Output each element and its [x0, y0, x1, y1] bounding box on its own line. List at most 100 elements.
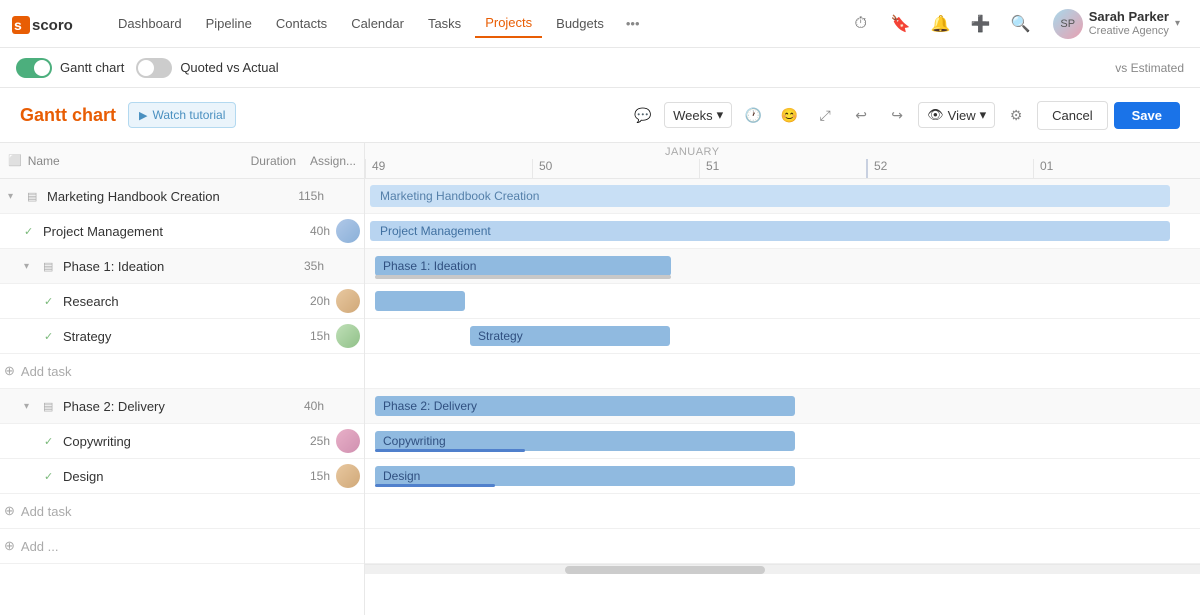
bell-icon[interactable]: 🔔: [925, 8, 957, 40]
task-name[interactable]: Marketing Handbook Creation: [47, 189, 280, 204]
weeks-selector[interactable]: Weeks ▾: [664, 102, 732, 128]
gantt-toggle[interactable]: [16, 58, 52, 78]
avatar: [336, 429, 360, 453]
quoted-toggle[interactable]: [136, 58, 172, 78]
bar-rows: Marketing Handbook Creation Project Mana…: [365, 179, 1200, 564]
collapse-icon[interactable]: ▾: [24, 261, 40, 272]
col-duration-header: Duration: [236, 154, 296, 168]
quoted-toggle-wrap: Quoted vs Actual: [136, 58, 278, 78]
clock-icon[interactable]: 🕐: [738, 100, 768, 130]
add-task-button-2[interactable]: Add task: [21, 504, 72, 519]
add-icon: ⊕: [4, 363, 15, 379]
bar-row-empty: [365, 354, 1200, 389]
user-company: Creative Agency: [1089, 25, 1169, 38]
scrollbar-thumb[interactable]: [565, 566, 765, 574]
undo-icon[interactable]: ↩: [846, 100, 876, 130]
play-icon: ▶: [139, 109, 147, 122]
user-menu[interactable]: SP Sarah Parker Creative Agency ▾: [1045, 5, 1188, 43]
save-button[interactable]: Save: [1114, 102, 1180, 129]
gantt-bar[interactable]: Strategy: [470, 326, 670, 346]
watch-tutorial-button[interactable]: ▶ Watch tutorial: [128, 102, 236, 128]
top-navigation: s scoro Dashboard Pipeline Contacts Cale…: [0, 0, 1200, 48]
bar-row-empty-3: [365, 529, 1200, 564]
gantt-bar[interactable]: Copywriting: [375, 431, 795, 451]
task-name[interactable]: Strategy: [63, 329, 286, 344]
task-name[interactable]: Project Management: [43, 224, 286, 239]
vs-estimated-label: vs Estimated: [1115, 61, 1184, 75]
bar-row: Design: [365, 459, 1200, 494]
task-name[interactable]: Research: [63, 294, 286, 309]
task-duration: 15h: [286, 469, 336, 483]
group-icon: ▤: [27, 190, 43, 203]
gantt-bar[interactable]: Phase 2: Delivery: [375, 396, 795, 416]
gantt-bar[interactable]: [375, 291, 465, 311]
expand-icon[interactable]: ⤢: [810, 100, 840, 130]
search-icon[interactable]: 🔍: [1005, 8, 1037, 40]
avatar: [336, 464, 360, 488]
avatar: [336, 289, 360, 313]
gantt-bar[interactable]: Design: [375, 466, 795, 486]
bar-row: Phase 2: Delivery: [365, 389, 1200, 424]
add-task-row: ⊕ Add task: [0, 354, 364, 389]
task-row: ✓ Design 15h: [0, 459, 364, 494]
check-icon: ✓: [44, 470, 60, 483]
task-name[interactable]: Phase 2: Delivery: [63, 399, 280, 414]
task-row: ▾ ▤ Phase 1: Ideation 35h: [0, 249, 364, 284]
nav-tasks[interactable]: Tasks: [418, 10, 471, 37]
bar-label: Marketing Handbook Creation: [380, 189, 539, 203]
task-pane: ⬜ Name Duration Assign... ▾ ▤ Marketing …: [0, 143, 365, 615]
task-duration: 115h: [280, 189, 330, 203]
nav-budgets[interactable]: Budgets: [546, 10, 614, 37]
bookmark-icon[interactable]: 🔖: [885, 8, 917, 40]
view-chevron-icon: ▾: [980, 107, 987, 123]
task-duration: 20h: [286, 294, 336, 308]
week-49: 49: [365, 159, 532, 178]
gantt-bar[interactable]: Project Management: [370, 221, 1170, 241]
plus-icon[interactable]: ➕: [965, 8, 997, 40]
bar-row: Project Management: [365, 214, 1200, 249]
gantt-bar[interactable]: Marketing Handbook Creation: [370, 185, 1170, 207]
bar-row: Phase 1: Ideation: [365, 249, 1200, 284]
settings-icon[interactable]: ⚙: [1001, 100, 1031, 130]
cancel-button[interactable]: Cancel: [1037, 101, 1107, 130]
redo-icon[interactable]: ↪: [882, 100, 912, 130]
collapse-icon[interactable]: ▾: [8, 191, 24, 202]
phase-icon: ▤: [43, 260, 59, 273]
gantt-toggle-wrap: Gantt chart: [16, 58, 124, 78]
user-chevron-icon: ▾: [1175, 18, 1180, 29]
add-group-button[interactable]: Add ...: [21, 539, 59, 554]
watch-tutorial-label: Watch tutorial: [152, 108, 225, 122]
avatar: SP: [1053, 9, 1083, 39]
task-name[interactable]: Design: [63, 469, 286, 484]
nav-pipeline[interactable]: Pipeline: [196, 10, 262, 37]
bar-label: Phase 1: Ideation: [383, 259, 476, 273]
horizontal-scrollbar[interactable]: [365, 564, 1200, 574]
col-assignee-header: Assign...: [296, 154, 356, 168]
add-icon-2: ⊕: [4, 503, 15, 519]
gantt-chart-label: Gantt chart: [60, 60, 124, 75]
emoji-icon[interactable]: 😊: [774, 100, 804, 130]
timer-icon[interactable]: ⏱: [845, 8, 877, 40]
nav-more[interactable]: •••: [618, 10, 648, 37]
collapse-icon[interactable]: ▾: [24, 401, 40, 412]
bar-label: Strategy: [478, 329, 523, 343]
gantt-bar[interactable]: Phase 1: Ideation: [375, 256, 671, 276]
task-name[interactable]: Copywriting: [63, 434, 286, 449]
logo[interactable]: s scoro: [12, 12, 92, 36]
gantt-controls: 💬 Weeks ▾ 🕐 😊 ⤢ ↩ ↪ 👁 View ▾ ⚙ Cancel Sa…: [628, 100, 1180, 130]
add-task-button[interactable]: Add task: [21, 364, 72, 379]
task-row: ✓ Strategy 15h: [0, 319, 364, 354]
gantt-main: ⬜ Name Duration Assign... ▾ ▤ Marketing …: [0, 143, 1200, 615]
bar-label: Design: [383, 469, 420, 483]
task-name[interactable]: Phase 1: Ideation: [63, 259, 280, 274]
bar-row: Marketing Handbook Creation: [365, 179, 1200, 214]
nav-calendar[interactable]: Calendar: [341, 10, 414, 37]
comment-icon[interactable]: 💬: [628, 100, 658, 130]
nav-projects[interactable]: Projects: [475, 9, 542, 38]
nav-dashboard[interactable]: Dashboard: [108, 10, 192, 37]
view-selector[interactable]: 👁 View ▾: [918, 102, 995, 128]
task-row: ✓ Copywriting 25h: [0, 424, 364, 459]
check-icon: ✓: [44, 295, 60, 308]
week-01: 01: [1033, 159, 1200, 178]
nav-contacts[interactable]: Contacts: [266, 10, 337, 37]
